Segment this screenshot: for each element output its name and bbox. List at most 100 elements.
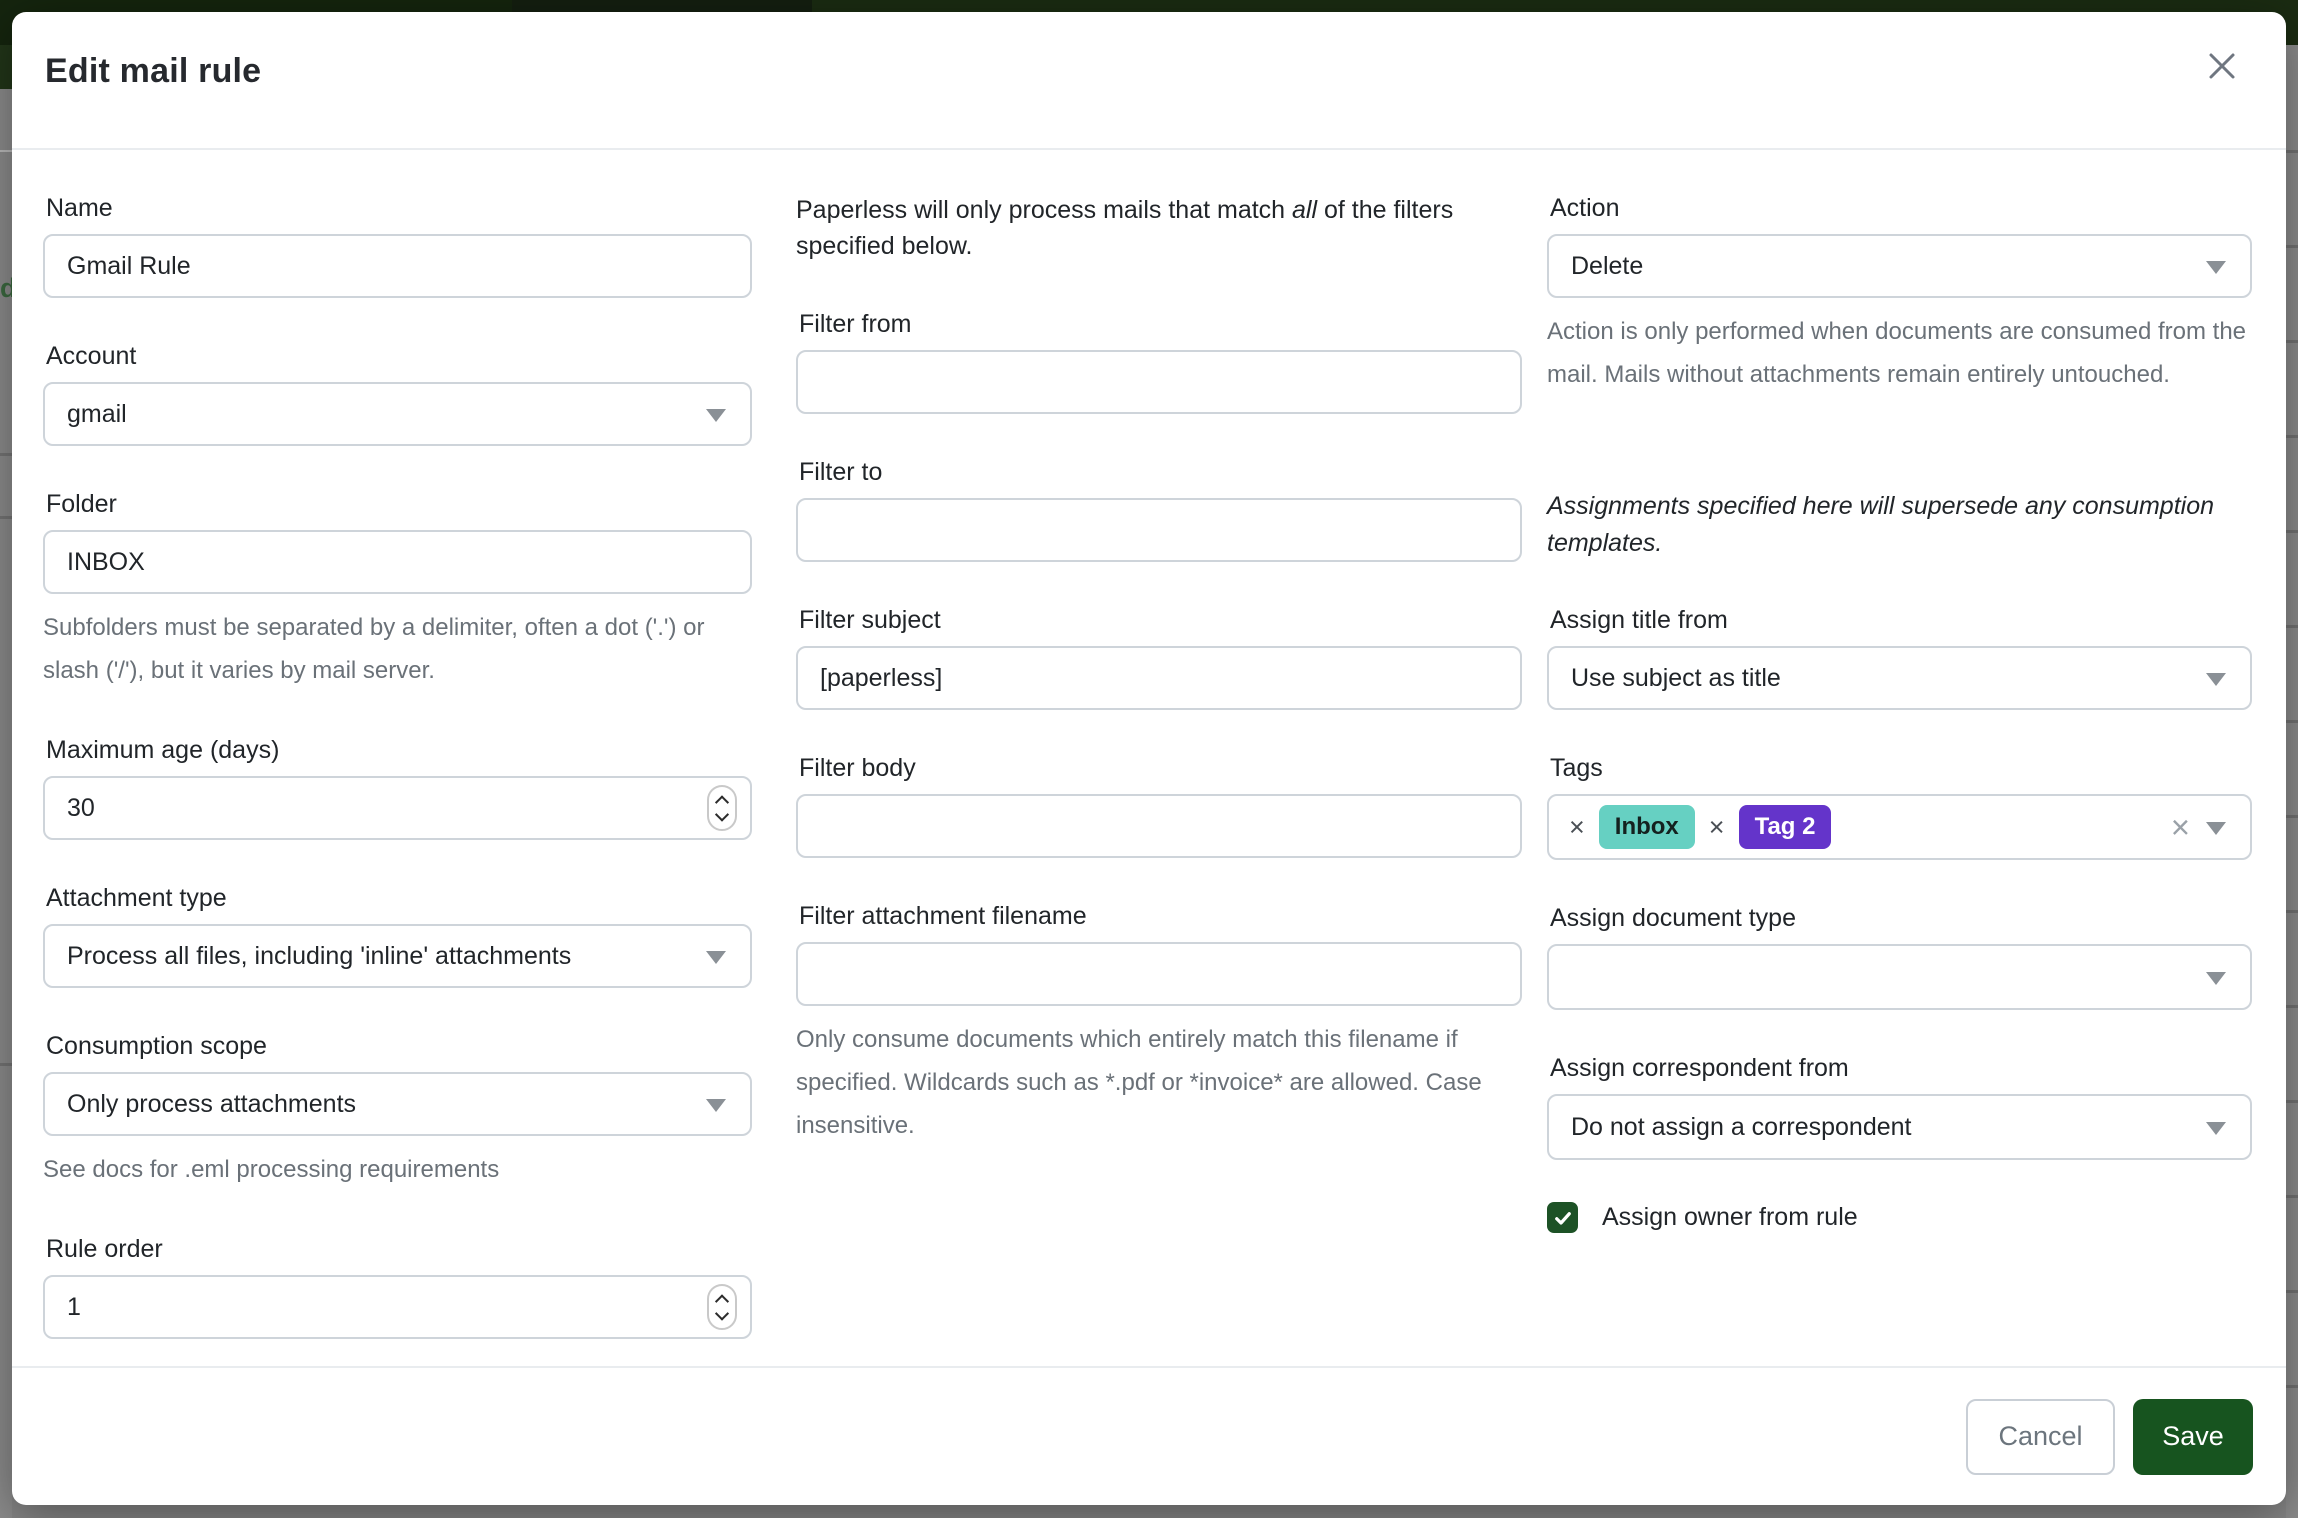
- assign-correspondent-from-label: Assign correspondent from: [1550, 1052, 2249, 1084]
- background-page-left-edge: d: [0, 45, 12, 1518]
- assign-correspondent-from-selected-value: Do not assign a correspondent: [1571, 1113, 1912, 1142]
- save-button[interactable]: Save: [2133, 1399, 2253, 1475]
- maximum-age-label: Maximum age (days): [46, 734, 749, 766]
- account-select[interactable]: gmail: [43, 382, 752, 446]
- caret-down-icon: [706, 951, 726, 964]
- filter-attachment-filename-field-group: Filter attachment filename Only consume …: [796, 900, 1522, 1147]
- remove-tag-icon[interactable]: ×: [1569, 814, 1585, 841]
- filter-attachment-filename-hint: Only consume documents which entirely ma…: [796, 1018, 1522, 1147]
- account-field-group: Account gmail: [43, 340, 752, 446]
- screen: d Edit mail rule Name: [0, 0, 2298, 1518]
- filter-body-input[interactable]: [796, 794, 1522, 858]
- filter-to-label: Filter to: [799, 456, 1519, 488]
- stepper-down-icon[interactable]: [715, 1306, 729, 1320]
- filters-column: Paperless will only process mails that m…: [796, 148, 1522, 1189]
- dialog-footer: Cancel Save: [12, 1366, 2286, 1505]
- rule-order-field-group: Rule order 1: [43, 1233, 752, 1339]
- folder-label: Folder: [46, 488, 749, 520]
- tag-chip-inbox[interactable]: Inbox: [1599, 805, 1695, 849]
- folder-hint: Subfolders must be separated by a delimi…: [43, 606, 752, 692]
- name-input[interactable]: [43, 234, 752, 298]
- assign-document-type-select[interactable]: [1547, 944, 2252, 1010]
- number-stepper-icon[interactable]: [707, 785, 737, 831]
- consumption-scope-hint: See docs for .eml processing requirement…: [43, 1148, 752, 1191]
- filter-body-field-group: Filter body: [796, 752, 1522, 858]
- cancel-button[interactable]: Cancel: [1966, 1399, 2115, 1475]
- tags-select[interactable]: × Inbox × Tag 2 ×: [1547, 794, 2252, 860]
- filter-body-label: Filter body: [799, 752, 1519, 784]
- assign-document-type-label: Assign document type: [1550, 902, 2249, 934]
- filter-attachment-filename-label: Filter attachment filename: [799, 900, 1519, 932]
- consumption-scope-selected-value: Only process attachments: [67, 1090, 356, 1119]
- action-label: Action: [1550, 192, 2249, 224]
- tag-chip-tag-2[interactable]: Tag 2: [1739, 805, 1832, 849]
- folder-input[interactable]: [43, 530, 752, 594]
- attachment-type-selected-value: Process all files, including 'inline' at…: [67, 942, 571, 971]
- attachment-type-select[interactable]: Process all files, including 'inline' at…: [43, 924, 752, 988]
- folder-field-group: Folder Subfolders must be separated by a…: [43, 488, 752, 692]
- action-select[interactable]: Delete: [1547, 234, 2252, 298]
- close-button[interactable]: [2194, 38, 2250, 94]
- filter-subject-label: Filter subject: [799, 604, 1519, 636]
- caret-down-icon: [2206, 972, 2226, 985]
- assign-document-type-field-group: Assign document type: [1547, 902, 2252, 1010]
- filter-subject-field-group: Filter subject: [796, 604, 1522, 710]
- attachment-type-label: Attachment type: [46, 882, 749, 914]
- filter-from-field-group: Filter from: [796, 308, 1522, 414]
- stepper-down-icon[interactable]: [715, 807, 729, 821]
- assign-correspondent-from-field-group: Assign correspondent from Do not assign …: [1547, 1052, 2252, 1160]
- maximum-age-value: 30: [67, 794, 95, 823]
- dialog-header: Edit mail rule: [12, 12, 2286, 150]
- account-label: Account: [46, 340, 749, 372]
- consumption-scope-label: Consumption scope: [46, 1030, 749, 1062]
- assign-correspondent-from-select[interactable]: Do not assign a correspondent: [1547, 1094, 2252, 1160]
- checkbox-checked[interactable]: [1547, 1202, 1578, 1233]
- filter-to-input[interactable]: [796, 498, 1522, 562]
- action-field-group: Action Delete Action is only performed w…: [1547, 192, 2252, 396]
- action-hint: Action is only performed when documents …: [1547, 310, 2252, 396]
- assign-title-from-select[interactable]: Use subject as title: [1547, 646, 2252, 710]
- rule-settings-column: Name Account gmail Folder Subfolders mus…: [43, 148, 752, 1381]
- dialog-title: Edit mail rule: [45, 52, 261, 91]
- rule-order-value: 1: [67, 1293, 81, 1322]
- close-icon: [2203, 47, 2241, 85]
- caret-down-icon: [2206, 1122, 2226, 1135]
- attachment-type-field-group: Attachment type Process all files, inclu…: [43, 882, 752, 988]
- background-sidebar-edge: [0, 45, 12, 89]
- tags-field-group: Tags × Inbox × Tag 2 ×: [1547, 752, 2252, 860]
- action-assignment-column: Action Delete Action is only performed w…: [1547, 148, 2252, 1233]
- edit-mail-rule-dialog: Edit mail rule Name Account gmail: [12, 12, 2286, 1505]
- rule-order-label: Rule order: [46, 1233, 749, 1265]
- checkmark-icon: [1553, 1208, 1573, 1228]
- name-label: Name: [46, 192, 749, 224]
- maximum-age-field-group: Maximum age (days) 30: [43, 734, 752, 840]
- rule-order-input[interactable]: 1: [43, 1275, 752, 1339]
- number-stepper-icon[interactable]: [707, 1284, 737, 1330]
- filters-intro-text: Paperless will only process mails that m…: [796, 192, 1522, 264]
- filter-from-input[interactable]: [796, 350, 1522, 414]
- assign-owner-checkbox[interactable]: Assign owner from rule: [1547, 1202, 2252, 1233]
- consumption-scope-select[interactable]: Only process attachments: [43, 1072, 752, 1136]
- action-selected-value: Delete: [1571, 252, 1643, 281]
- assign-owner-label: Assign owner from rule: [1602, 1203, 1858, 1232]
- remove-tag-icon[interactable]: ×: [1709, 814, 1725, 841]
- assign-title-from-field-group: Assign title from Use subject as title: [1547, 604, 2252, 710]
- caret-down-icon: [2206, 822, 2226, 835]
- consumption-scope-field-group: Consumption scope Only process attachmen…: [43, 1030, 752, 1191]
- maximum-age-input[interactable]: 30: [43, 776, 752, 840]
- name-field-group: Name: [43, 192, 752, 298]
- assign-title-from-selected-value: Use subject as title: [1571, 664, 1781, 693]
- assignments-note: Assignments specified here will supersed…: [1547, 488, 2252, 562]
- filter-attachment-filename-input[interactable]: [796, 942, 1522, 1006]
- filter-from-label: Filter from: [799, 308, 1519, 340]
- filter-to-field-group: Filter to: [796, 456, 1522, 562]
- background-page-right-edge: [2286, 45, 2298, 1518]
- caret-down-icon: [2206, 261, 2226, 274]
- caret-down-icon: [706, 1099, 726, 1112]
- tags-label: Tags: [1550, 752, 2249, 784]
- caret-down-icon: [2206, 673, 2226, 686]
- assign-title-from-label: Assign title from: [1550, 604, 2249, 636]
- filter-subject-input[interactable]: [796, 646, 1522, 710]
- account-selected-value: gmail: [67, 400, 127, 429]
- clear-tags-icon[interactable]: ×: [2171, 811, 2190, 844]
